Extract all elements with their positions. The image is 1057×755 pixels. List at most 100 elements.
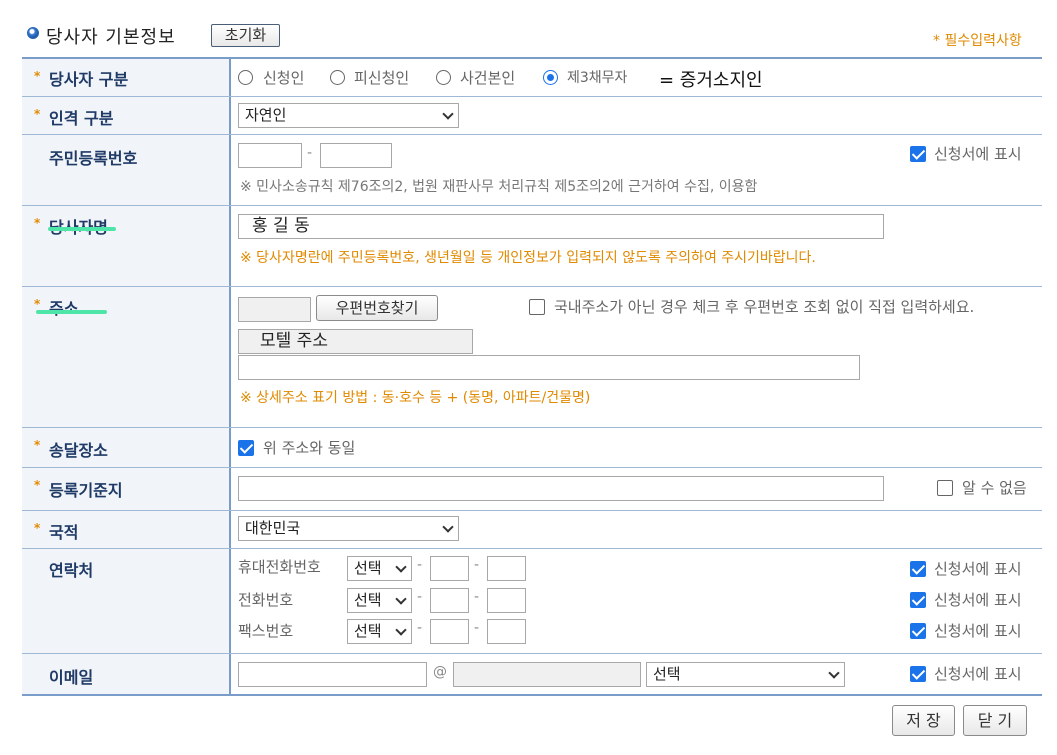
nationality-value: 대한민국	[245, 519, 301, 537]
chevron-down-icon	[395, 561, 407, 573]
chevron-down-icon	[395, 593, 407, 605]
required-star-icon: *	[34, 478, 41, 492]
email-label: 이메일	[49, 668, 94, 687]
row-contact: 연락처 휴대전화번호 선택 - - 신청서에 표시 전화번호 선택 - - 신청…	[22, 549, 1042, 654]
required-star-icon: *	[34, 69, 41, 83]
party-annotation: = 증거소지인	[659, 70, 763, 91]
registry-unknown-checkbox[interactable]	[937, 480, 953, 496]
row-delivery: * 송달장소 위 주소와 동일	[22, 428, 1042, 468]
chevron-down-icon	[442, 521, 454, 533]
mobile-prefix-value: 선택	[354, 559, 382, 577]
radio-applicant-label: 신청인	[263, 69, 305, 87]
email-at: @	[433, 664, 447, 680]
required-note: * 필수입력사항	[933, 33, 1022, 49]
address-hint: ※ 상세주소 표기 방법 : 동·호수 등 + (동명, 아파트/건물명)	[240, 390, 591, 406]
registry-label: 등록기준지	[49, 481, 123, 500]
delivery-label: 송달장소	[49, 441, 108, 460]
radio-principal[interactable]	[436, 70, 451, 85]
email-domain-select-value: 선택	[653, 665, 681, 683]
row-address: * 주소 우편번호찾기 국내주소가 아닌 경우 체크 후 우편번호 조회 없이 …	[22, 287, 1042, 428]
row-rrn: 주민등록번호 - 신청서에 표시 ※ 민사소송규칙 제76조의2, 법원 재판사…	[22, 135, 1042, 206]
party-type-label: 당사자 구분	[49, 70, 129, 89]
row-registry: * 등록기준지 알 수 없음	[22, 468, 1042, 511]
radio-respondent-label: 피신청인	[354, 69, 410, 87]
rrn-back-input[interactable]	[320, 143, 392, 168]
zipcode-search-button[interactable]: 우편번호찾기	[316, 295, 438, 321]
email-domain-select[interactable]: 선택	[646, 662, 845, 687]
radio-applicant[interactable]	[238, 70, 253, 85]
rrn-show-checkbox[interactable]	[910, 146, 926, 162]
zipcode-input[interactable]	[238, 297, 311, 322]
fax-show-label: 신청서에 표시	[934, 622, 1022, 640]
rrn-dash: -	[307, 145, 313, 161]
phone-mid-input[interactable]	[430, 588, 469, 613]
save-button[interactable]: 저 장	[892, 705, 955, 736]
delivery-same-label: 위 주소와 동일	[263, 439, 356, 457]
row-name: * 당사자명 홍 길 동 ※ 당사자명란에 주민등록번호, 생년월일 등 개인정…	[22, 206, 1042, 287]
phone-show-checkbox[interactable]	[910, 592, 926, 608]
rrn-label: 주민등록번호	[49, 149, 138, 168]
fax-last-input[interactable]	[487, 619, 526, 644]
registry-unknown-label: 알 수 없음	[962, 479, 1027, 497]
row-party-type: * 당사자 구분 신청인 피신청인 사건본인 제3채무자 = 증거소지인	[22, 59, 1042, 97]
required-star-icon: *	[34, 216, 41, 230]
nationality-label: 국적	[49, 523, 79, 542]
radio-third-debtor[interactable]	[543, 70, 558, 85]
mobile-show-label: 신청서에 표시	[934, 560, 1022, 578]
title-bullet-icon	[27, 27, 39, 39]
phone-show-label: 신청서에 표시	[934, 591, 1022, 609]
chevron-down-icon	[395, 624, 407, 636]
nationality-select[interactable]: 대한민국	[238, 516, 459, 541]
chevron-down-icon	[442, 108, 454, 120]
address-detail-input[interactable]	[238, 355, 860, 380]
person-type-label: 인격 구분	[49, 109, 114, 128]
row-email: 이메일 @ 선택 신청서에 표시	[22, 654, 1042, 694]
contact-label: 연락처	[49, 561, 94, 580]
registry-input[interactable]	[238, 476, 884, 501]
row-person-type: * 인격 구분 자연인	[22, 97, 1042, 135]
mobile-prefix-select[interactable]: 선택	[347, 556, 412, 581]
fax-mid-input[interactable]	[430, 619, 469, 644]
chevron-down-icon	[828, 667, 840, 679]
row-nationality: * 국적 대한민국	[22, 511, 1042, 549]
rrn-note: ※ 민사소송규칙 제76조의2, 법원 재판사무 처리규칙 제5조의2에 근거하…	[240, 179, 758, 195]
required-star-icon: *	[34, 438, 41, 452]
radio-principal-label: 사건본인	[460, 69, 516, 87]
mobile-show-checkbox[interactable]	[910, 561, 926, 577]
name-label: 당사자명	[49, 214, 108, 238]
rrn-show-label: 신청서에 표시	[934, 145, 1022, 163]
table-bottom-border	[22, 694, 1042, 696]
required-star-icon: *	[34, 107, 41, 121]
phone-prefix-select[interactable]: 선택	[347, 588, 412, 613]
delivery-same-checkbox[interactable]	[238, 440, 254, 456]
person-type-select[interactable]: 자연인	[238, 103, 459, 128]
fax-show-checkbox[interactable]	[910, 623, 926, 639]
address-line1-input[interactable]: 모텔 주소	[238, 329, 473, 354]
address-label-highlight	[36, 310, 107, 314]
mobile-last-input[interactable]	[487, 556, 526, 581]
required-star-icon: *	[34, 297, 41, 311]
name-label-highlight	[48, 227, 116, 231]
email-local-input[interactable]	[238, 662, 427, 687]
email-show-label: 신청서에 표시	[934, 665, 1022, 683]
reset-button[interactable]: 초기화	[211, 24, 280, 47]
phone-last-input[interactable]	[487, 588, 526, 613]
close-button[interactable]: 닫 기	[963, 705, 1027, 736]
radio-third-debtor-label: 제3채무자	[567, 70, 628, 86]
section-title: 당사자 기본정보	[46, 27, 176, 48]
required-star-icon: *	[34, 521, 41, 535]
rrn-front-input[interactable]	[238, 143, 302, 168]
name-input[interactable]: 홍 길 동	[238, 214, 884, 239]
mobile-mid-input[interactable]	[430, 556, 469, 581]
mobile-label: 휴대전화번호	[238, 558, 321, 576]
fax-prefix-select[interactable]: 선택	[347, 619, 412, 644]
phone-label: 전화번호	[238, 591, 294, 609]
name-warning: ※ 당사자명란에 주민등록번호, 생년월일 등 개인정보가 입력되지 않도록 주…	[240, 250, 816, 266]
email-show-checkbox[interactable]	[910, 666, 926, 682]
address-label: 주소	[49, 299, 79, 318]
foreign-address-checkbox[interactable]	[529, 299, 545, 315]
email-domain-input[interactable]	[453, 662, 641, 687]
foreign-address-label: 국내주소가 아닌 경우 체크 후 우편번호 조회 없이 직접 입력하세요.	[554, 298, 975, 316]
person-type-value: 자연인	[245, 106, 287, 124]
radio-respondent[interactable]	[330, 70, 345, 85]
